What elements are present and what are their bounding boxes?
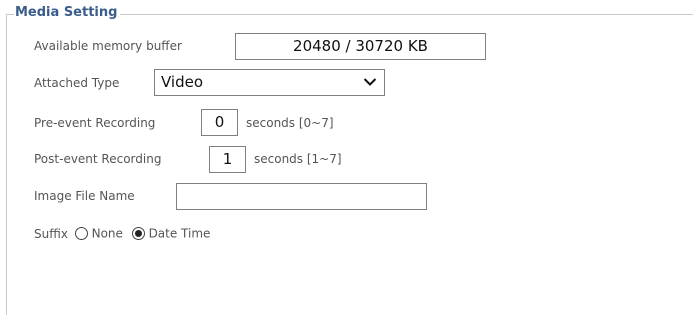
pre-event-range: seconds [0~7] xyxy=(246,116,334,130)
attached-type-label: Attached Type xyxy=(34,76,120,90)
section-title: Media Setting xyxy=(14,5,121,20)
image-file-name-input[interactable] xyxy=(176,183,427,210)
suffix-datetime-radio[interactable] xyxy=(131,227,145,240)
suffix-label: Suffix xyxy=(34,226,68,241)
suffix-datetime-label[interactable]: Date Time xyxy=(149,227,211,241)
attached-type-value: Video xyxy=(161,73,204,91)
attached-type-select[interactable]: Video xyxy=(154,69,385,96)
post-event-range: seconds [1~7] xyxy=(254,152,342,166)
memory-buffer-field: 20480 / 30720 KB xyxy=(235,33,486,60)
pre-event-label: Pre-event Recording xyxy=(34,116,156,130)
suffix-none-label[interactable]: None xyxy=(92,227,123,241)
pre-event-input[interactable]: 0 xyxy=(201,109,238,136)
suffix-row: Suffix None Date Time xyxy=(34,226,210,241)
post-event-label: Post-event Recording xyxy=(34,152,162,166)
chevron-down-icon xyxy=(363,78,377,86)
image-file-name-label: Image File Name xyxy=(34,189,135,203)
memory-buffer-label: Available memory buffer xyxy=(34,39,182,53)
post-event-input[interactable]: 1 xyxy=(209,146,246,173)
suffix-none-radio[interactable] xyxy=(74,227,88,240)
